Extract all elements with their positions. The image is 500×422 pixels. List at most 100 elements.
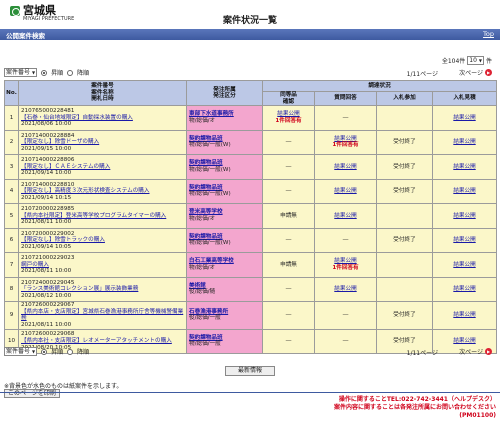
table-row: 4 210714000228810 【限定なし】高精度３次元形状検査システムの購入 2… <box>4 178 498 205</box>
participation-status: 受付終了 <box>376 178 433 205</box>
case-name-link[interactable]: 【県内本店・支店限定】宮城県石巻漁港事務所庁舎等機械警備業務 <box>21 309 184 322</box>
desc-label-bottom: 降順 <box>77 349 90 356</box>
dept-name-link[interactable]: 東部下水道事務所 <box>189 111 260 118</box>
result-link[interactable]: 結果公開 <box>431 178 498 205</box>
page-info-top: 1/11ページ <box>406 71 438 78</box>
order-category: 物/総価/オ <box>189 264 216 271</box>
same-item-note: 1件回答有 <box>275 117 302 124</box>
case-name-link[interactable]: 【限定なし】ＣＡＥシステムの購入 <box>21 164 184 171</box>
dept-cell: 契約課物品班 物/総価/一般(W) <box>186 154 263 180</box>
participation-status <box>376 203 433 229</box>
dept-cell: 契約課物品班 物/総価/一般(W) <box>186 178 263 205</box>
print-page-button[interactable]: このページを印刷 <box>4 389 60 398</box>
next-page-bottom[interactable]: 次ページ ▶ <box>459 347 492 356</box>
result-link[interactable]: 結果公開 <box>431 203 498 229</box>
asc-label-bottom: 昇順 <box>51 349 64 356</box>
question-cell: ― <box>314 227 377 254</box>
result-link[interactable]: 結果公開 <box>431 129 498 156</box>
case-cell: 210714000228806 【限定なし】ＣＡＥシステムの購入 2021/09/1… <box>18 154 187 180</box>
table-row: 6 210720000229002 【限定なし】除雪トラックの購入 2021/09/1… <box>4 227 498 254</box>
order-category: 物/総価/一般 <box>189 341 221 348</box>
next-arrow-icon[interactable]: ▶ <box>485 69 492 76</box>
case-name-link[interactable]: 【限定なし】高精度３次元形状検査システムの購入 <box>21 188 184 195</box>
question-status[interactable]: 結果公開 <box>315 213 376 220</box>
next-page-top[interactable]: 次ページ ▶ <box>459 68 492 77</box>
participation-status <box>376 105 433 131</box>
case-name-link[interactable]: 網戸の購入 <box>21 262 184 269</box>
asc-radio[interactable] <box>41 69 48 76</box>
row-number: 4 <box>4 178 19 205</box>
dept-cell: 東部下水道事務所 物/総価/オ <box>186 105 263 131</box>
row-number: 8 <box>4 276 19 303</box>
same-item-cell: ― <box>262 328 315 355</box>
same-item-cell: 申請無 <box>262 203 315 229</box>
desc-radio-bottom[interactable] <box>67 348 74 355</box>
result-count: 全104件 10 ▼ 件 <box>442 56 492 65</box>
result-link[interactable]: 結果公開 <box>431 154 498 180</box>
top-link[interactable]: Top <box>483 30 494 38</box>
result-link[interactable]: 結果公開 <box>431 227 498 254</box>
case-name-link[interactable]: 「ランス美術館コレクション展」展示装飾業務 <box>21 286 184 293</box>
result-link[interactable]: 結果公開 <box>431 105 498 131</box>
table-row: 3 210714000228806 【限定なし】ＣＡＥシステムの購入 2021/09/… <box>4 154 498 180</box>
page-info-bottom: 1/11ページ <box>406 350 438 357</box>
same-item-status: ― <box>285 163 292 170</box>
case-cell: 210720000229002 【限定なし】除雪トラックの購入 2021/09/14… <box>18 227 187 254</box>
dept-name-link[interactable]: 契約課物品班 <box>189 160 260 167</box>
same-item-cell: 結果公開 1件回答有 <box>262 105 315 131</box>
result-link[interactable]: 結果公開 <box>431 301 498 330</box>
order-category: 物/総価/オ <box>189 215 216 222</box>
same-item-status: ― <box>285 338 292 345</box>
question-status[interactable]: 結果公開 <box>315 188 376 195</box>
row-number: 1 <box>4 105 19 131</box>
same-item-cell: ― <box>262 178 315 205</box>
opening-date: 2021/09/14 10:00 <box>21 170 72 177</box>
count-label: 全104件 <box>441 58 466 65</box>
asc-label: 昇順 <box>51 70 64 77</box>
results-table: No. 案件番号 案件名称 開札日時 発注所属 発注区分 調達状況 同等品 確認… <box>4 79 498 355</box>
footer-divider <box>0 392 500 393</box>
question-status[interactable]: 結果公開 <box>315 286 376 293</box>
result-link[interactable]: 結果公開 <box>431 276 498 303</box>
sort-field-select[interactable]: 案件番号 ▼ <box>4 68 38 77</box>
result-link[interactable]: 結果公開 <box>431 252 498 278</box>
opening-date: 2021/08/11 10:00 <box>21 219 72 226</box>
opening-date: 2021/09/14 10:05 <box>21 243 72 250</box>
case-name-link[interactable]: 【限定なし】除雪トラックの購入 <box>21 237 184 244</box>
case-cell: 210724000229045 「ランス美術館コレクション展」展示装飾業務 2021… <box>18 276 187 303</box>
question-status: ― <box>342 338 349 345</box>
latest-info-button[interactable]: 最新情報 <box>225 366 275 376</box>
question-cell: ― <box>314 301 377 330</box>
case-name-link[interactable]: 【限定なし】除雪ドーザの購入 <box>21 139 184 146</box>
page-title: 案件状況一覧 <box>222 16 277 26</box>
table-row: 1 210765000228481 【石巻・仙台地域限定】自動採水装置の購入 2021… <box>4 105 498 131</box>
desc-radio[interactable] <box>67 69 74 76</box>
same-item-status[interactable]: 結果公開 <box>263 111 314 118</box>
same-item-cell: ― <box>262 276 315 303</box>
question-status[interactable]: 結果公開 <box>315 258 376 265</box>
dept-cell: 美術館 役/総価/随 <box>186 276 263 303</box>
question-cell: 結果公開 <box>314 178 377 205</box>
dept-cell: 白石工業高等学校 物/総価/オ <box>186 252 263 278</box>
asc-radio-bottom[interactable] <box>41 348 48 355</box>
same-item-status: ― <box>285 139 292 146</box>
case-cell: 210721000229023 網戸の購入 2021/08/11 10:00 <box>18 252 187 278</box>
participation-status: 受付終了 <box>376 154 433 180</box>
header-status-group: 調達状況 <box>261 80 498 92</box>
order-category: 物/総価/一般(W) <box>189 142 231 149</box>
participation-status: 受付終了 <box>376 129 433 156</box>
dept-name-link[interactable]: 白石工業高等学校 <box>189 258 260 265</box>
next-arrow-icon[interactable]: ▶ <box>485 348 492 355</box>
case-name-link[interactable]: 【県内本社・支店限定】レオメーターアタッチメントの購入 <box>21 338 184 345</box>
dept-name-link[interactable]: 登米高等学校 <box>189 209 260 216</box>
per-page-select[interactable]: 10 ▼ <box>467 56 484 65</box>
contact-info: 操作に関することTEL:022-742-3441（ヘルプデスク） 案件内容に関す… <box>334 396 496 420</box>
page-header: 宮城県 MIYAGI PREFECTURE 案件状況一覧 <box>0 0 500 27</box>
case-name-link[interactable]: 【石巻・仙台地域限定】自動採水装置の購入 <box>21 115 184 122</box>
sort-field-select-bottom[interactable]: 案件番号 ▼ <box>4 347 38 356</box>
same-item-cell: ― <box>262 129 315 156</box>
case-name-link[interactable]: 【県内本社限定】登米高等学校プログラムタイマーの購入 <box>21 213 184 220</box>
same-item-cell: 申請無 <box>262 252 315 278</box>
question-status[interactable]: 結果公開 <box>315 164 376 171</box>
case-id: 210720000228985 <box>21 206 75 213</box>
